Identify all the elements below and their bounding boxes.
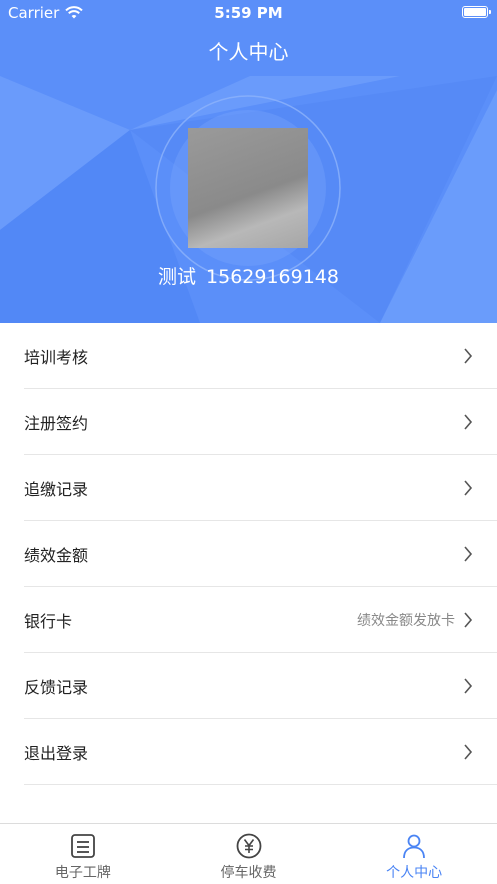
- menu-item-bank-card[interactable]: 银行卡 绩效金额发放卡: [0, 587, 497, 653]
- badge-icon: [70, 834, 95, 858]
- menu-item-label: 银行卡: [24, 612, 73, 631]
- user-phone: 15629169148: [206, 266, 339, 288]
- yen-coin-icon: [236, 833, 261, 859]
- menu-list: 培训考核 注册签约 追缴记录 绩效金额 银行卡 绩效金额发放卡 反馈记录 退出登…: [0, 323, 497, 785]
- menu-item-logout[interactable]: 退出登录: [0, 719, 497, 785]
- menu-item-training[interactable]: 培训考核: [0, 323, 497, 389]
- menu-item-label: 培训考核: [24, 348, 89, 367]
- menu-item-label: 追缴记录: [24, 480, 89, 499]
- menu-item-label: 退出登录: [24, 744, 89, 763]
- user-name: 测试: [158, 266, 197, 288]
- chevron-right-icon: [464, 678, 473, 694]
- tab-parking-fee[interactable]: 停车收费: [166, 824, 332, 884]
- chevron-right-icon: [464, 348, 473, 364]
- tab-badge[interactable]: 电子工牌: [0, 824, 166, 884]
- menu-item-label: 绩效金额: [24, 546, 89, 565]
- user-info: 测试 15629169148: [0, 262, 497, 289]
- status-bar: Carrier 5:59 PM: [0, 0, 497, 26]
- profile-header: Carrier 5:59 PM 个人中心 测试 15629169148: [0, 0, 497, 323]
- tab-bar: 电子工牌 停车收费 个人中心: [0, 823, 497, 884]
- person-icon: [403, 834, 426, 859]
- tab-label: 个人中心: [386, 865, 443, 881]
- tab-label: 电子工牌: [54, 865, 111, 881]
- menu-item-label: 注册签约: [24, 414, 89, 433]
- chevron-right-icon: [464, 744, 473, 760]
- chevron-right-icon: [464, 546, 473, 562]
- menu-item-recovery-records[interactable]: 追缴记录: [0, 455, 497, 521]
- menu-item-detail: 绩效金额发放卡: [357, 613, 455, 629]
- avatar[interactable]: [188, 128, 308, 248]
- menu-item-performance-amount[interactable]: 绩效金额: [0, 521, 497, 587]
- status-time: 5:59 PM: [214, 4, 283, 22]
- battery-icon: [462, 6, 491, 18]
- menu-item-registration[interactable]: 注册签约: [0, 389, 497, 455]
- chevron-right-icon: [464, 612, 473, 628]
- tab-personal-center[interactable]: 个人中心: [331, 824, 497, 884]
- menu-item-feedback-records[interactable]: 反馈记录: [0, 653, 497, 719]
- tab-label: 停车收费: [220, 865, 277, 881]
- page-title: 个人中心: [208, 40, 289, 64]
- menu-item-label: 反馈记录: [24, 678, 89, 697]
- chevron-right-icon: [464, 480, 473, 496]
- chevron-right-icon: [464, 414, 473, 430]
